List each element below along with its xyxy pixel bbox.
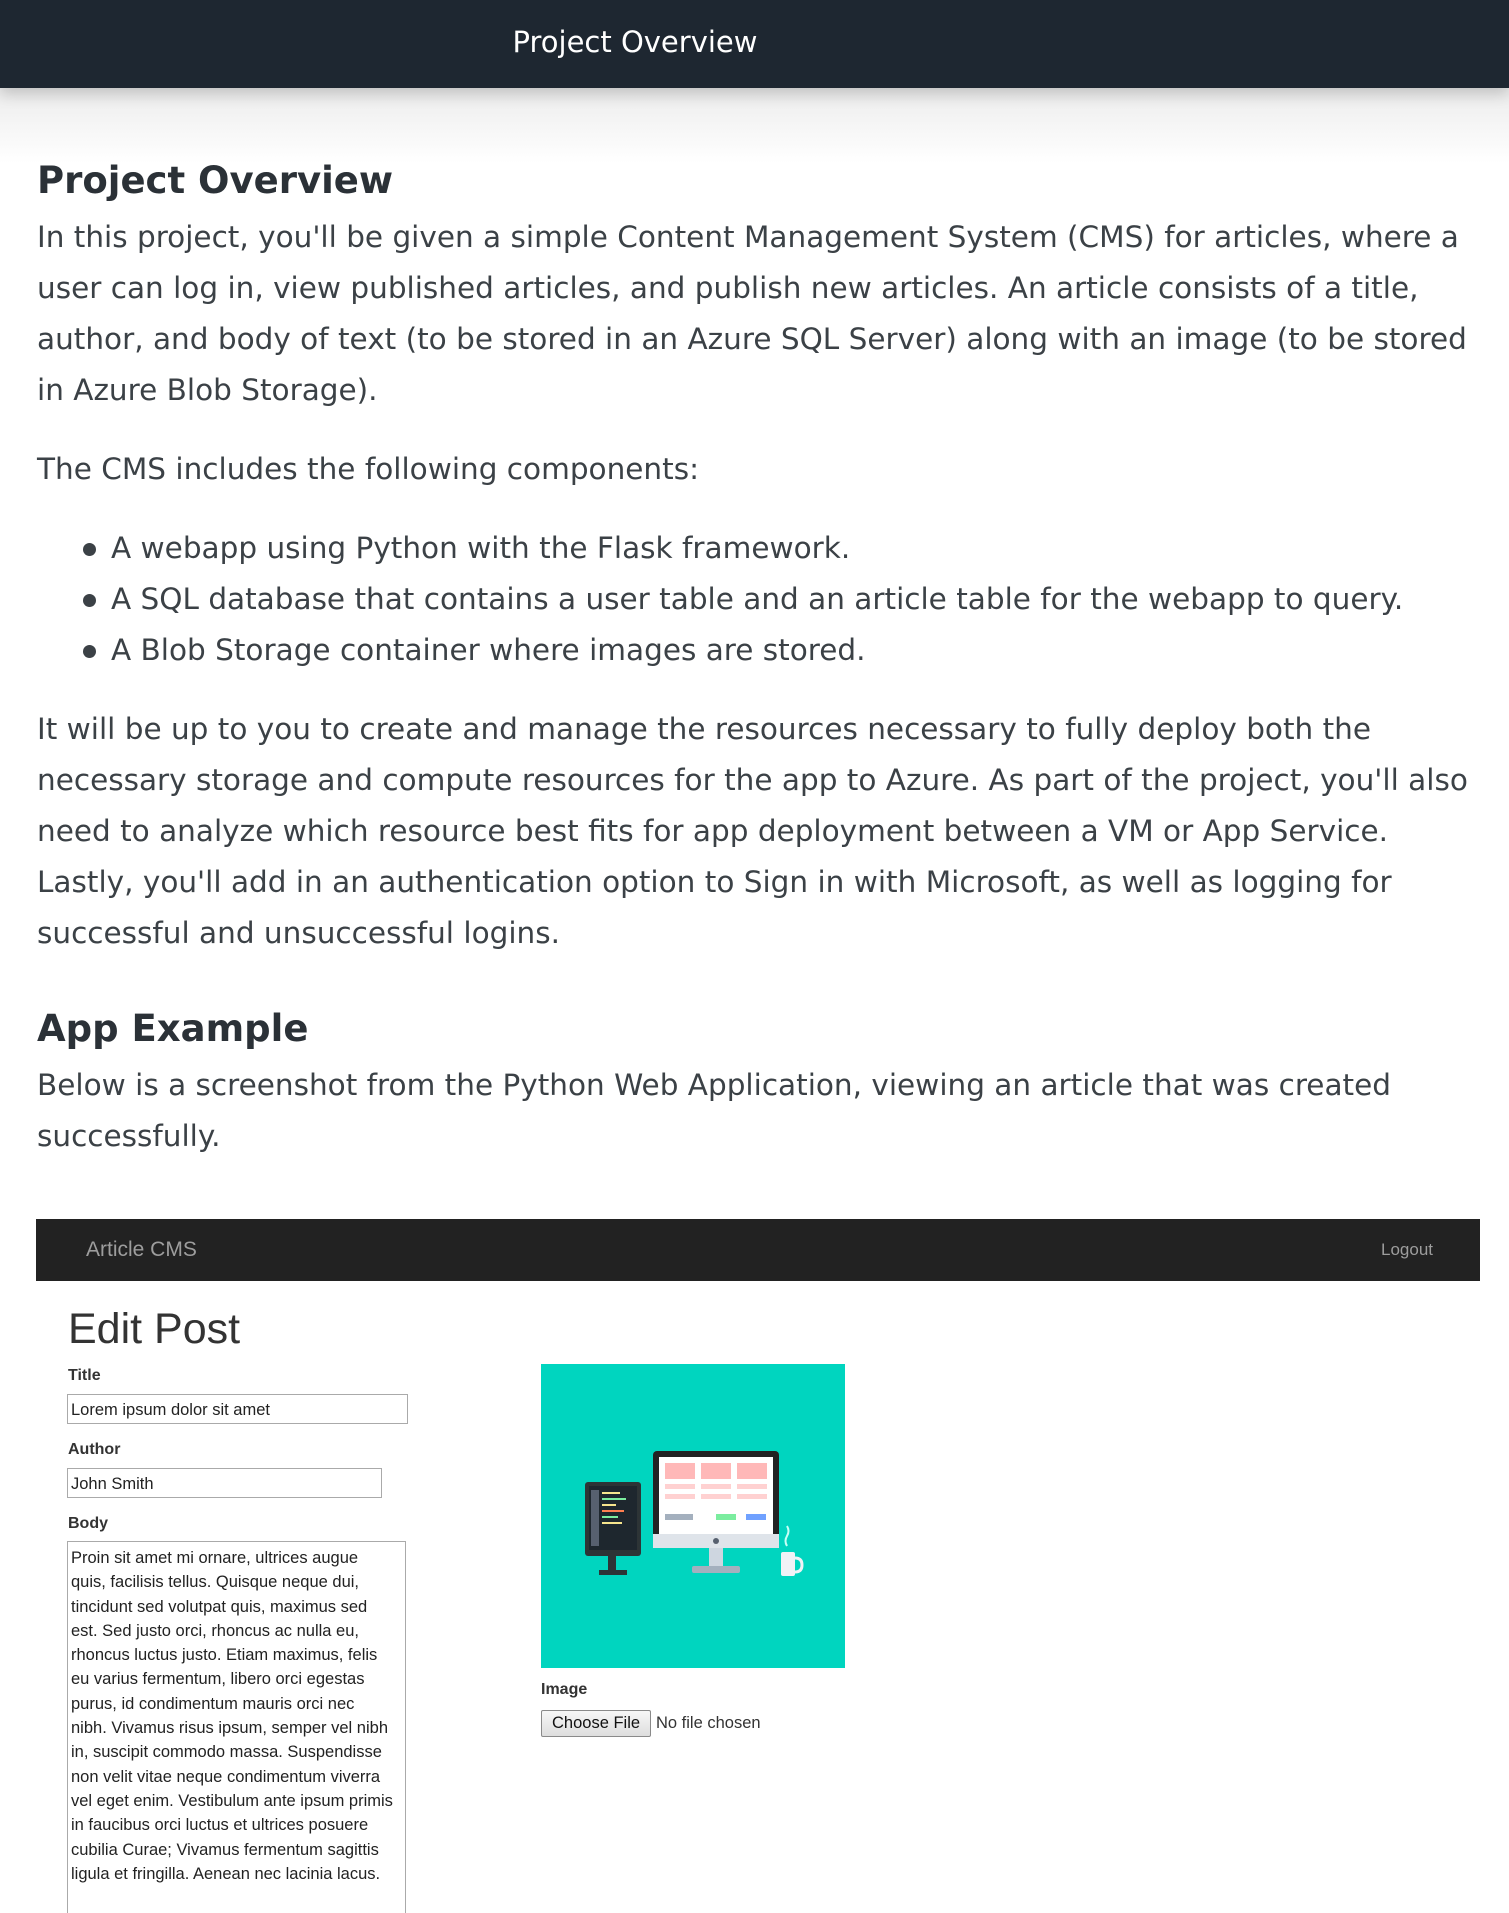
title-field: Lorem ipsum dolor sit amet bbox=[67, 1394, 408, 1424]
title-label: Title bbox=[68, 1367, 101, 1384]
app-screenshot: Article CMS Logout Edit Post Title Lorem… bbox=[36, 1219, 1480, 1913]
edit-post-title: Edit Post bbox=[68, 1305, 241, 1353]
app-navbar: Article CMS Logout bbox=[36, 1219, 1480, 1281]
main-content: Project Overview In this project, you'll… bbox=[37, 150, 1487, 1162]
components-intro: The CMS includes the following component… bbox=[37, 452, 700, 486]
file-status-text: No file chosen bbox=[656, 1714, 761, 1732]
author-field: John Smith bbox=[67, 1468, 382, 1498]
overview-intro: In this project, you'll be given a simpl… bbox=[37, 220, 1467, 407]
choose-file-button: Choose File bbox=[541, 1710, 652, 1737]
logout-link: Logout bbox=[1381, 1240, 1433, 1259]
computer-illustration-icon bbox=[585, 1451, 804, 1576]
author-label: Author bbox=[68, 1441, 121, 1458]
header-title: Project Overview bbox=[512, 25, 758, 59]
overview-closing: It will be up to you to create and manag… bbox=[37, 712, 1468, 950]
list-item: A Blob Storage container where images ar… bbox=[83, 625, 1487, 676]
list-item: A webapp using Python with the Flask fra… bbox=[83, 523, 1487, 574]
app-example-heading: App Example bbox=[37, 1007, 309, 1050]
list-item: A SQL database that contains a user tabl… bbox=[83, 574, 1487, 625]
components-list: A webapp using Python with the Flask fra… bbox=[37, 523, 1487, 676]
app-example-description: Below is a screenshot from the Python We… bbox=[37, 1068, 1391, 1153]
top-header-bar: Project Overview bbox=[0, 0, 1509, 88]
brand-link: Article CMS bbox=[86, 1238, 197, 1261]
overview-heading: Project Overview bbox=[37, 159, 394, 202]
article-image bbox=[541, 1364, 845, 1668]
image-label: Image bbox=[541, 1681, 588, 1698]
body-label: Body bbox=[68, 1515, 108, 1532]
body-textarea: Proin sit amet mi ornare, ultrices augue… bbox=[67, 1541, 406, 1913]
